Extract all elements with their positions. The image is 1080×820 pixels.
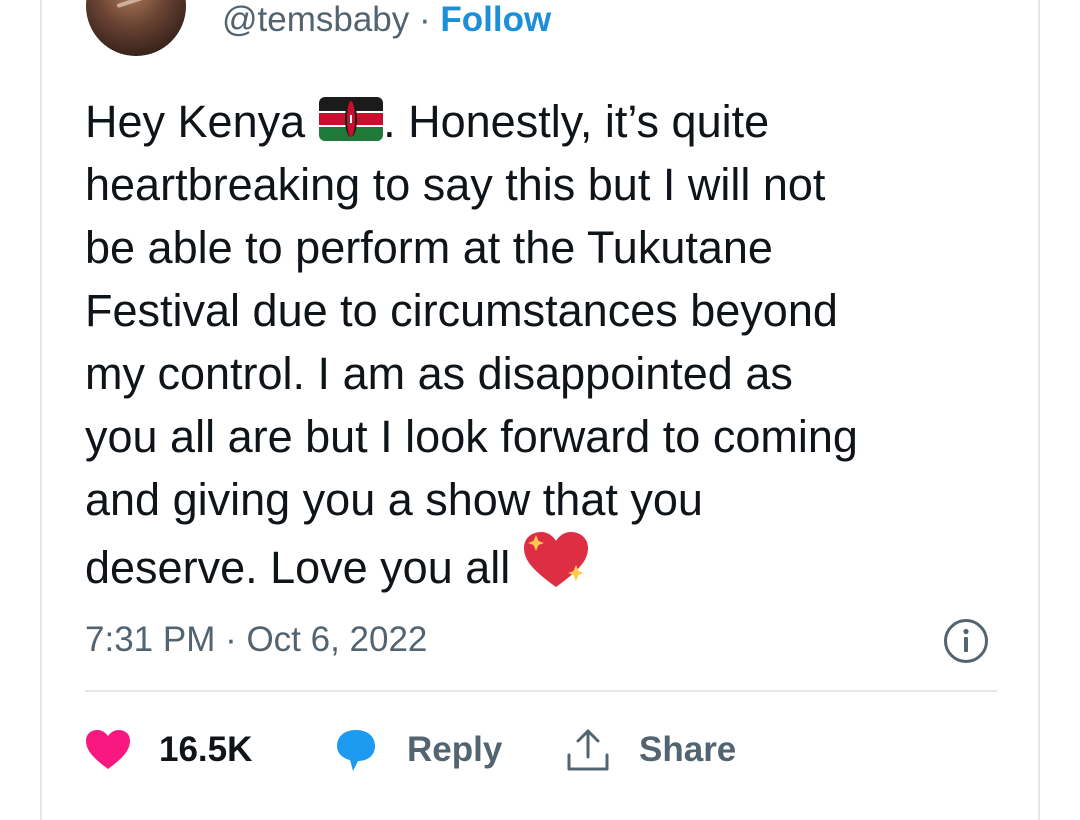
sparkling-heart-emoji (522, 531, 590, 605)
share-button[interactable]: Share (565, 722, 736, 778)
tweet-text-segment: deserve. Love you all (85, 542, 511, 593)
author-row: @temsbaby · Follow (222, 0, 551, 40)
share-icon (565, 727, 611, 773)
heart-icon (85, 729, 131, 771)
info-icon[interactable] (943, 618, 989, 664)
tweet-line: Festival due to circumstances beyond (85, 285, 838, 336)
tweet-line: my control. I am as disappointed as (85, 348, 793, 399)
reply-label: Reply (407, 730, 503, 769)
tweet-line: you all are but I look forward to coming (85, 411, 858, 462)
handle-separator: · (419, 0, 431, 39)
tweet-line: Hey Kenya . Honestly, it’s quite (85, 90, 1025, 153)
reply-button[interactable]: Reply (333, 722, 502, 778)
divider (85, 690, 997, 692)
tweet-text: Hey Kenya . Honestly, it’s quite heartbre… (85, 90, 1025, 605)
tweet-line: heartbreaking to say this but I will not (85, 159, 826, 210)
action-bar: 16.5K Reply Share (85, 722, 997, 778)
reply-bubble-icon (333, 727, 379, 773)
tweet-line: deserve. Love you all (85, 531, 1025, 605)
share-label: Share (639, 730, 737, 769)
tweet-timestamp[interactable]: 7:31 PM · Oct 6, 2022 (85, 620, 427, 660)
follow-button[interactable]: Follow (440, 0, 551, 39)
tweet-line: and giving you a show that you (85, 474, 703, 525)
author-handle[interactable]: @temsbaby (222, 0, 409, 39)
kenya-flag-emoji (319, 97, 384, 141)
like-count: 16.5K (159, 730, 253, 769)
avatar-detail (116, 0, 156, 9)
like-button[interactable]: 16.5K (85, 722, 252, 778)
tweet-text-segment: . Honestly, it’s quite (383, 96, 770, 147)
tweet-line: be able to perform at the Tukutane (85, 222, 773, 273)
tweet-text-segment: Hey Kenya (85, 96, 306, 147)
